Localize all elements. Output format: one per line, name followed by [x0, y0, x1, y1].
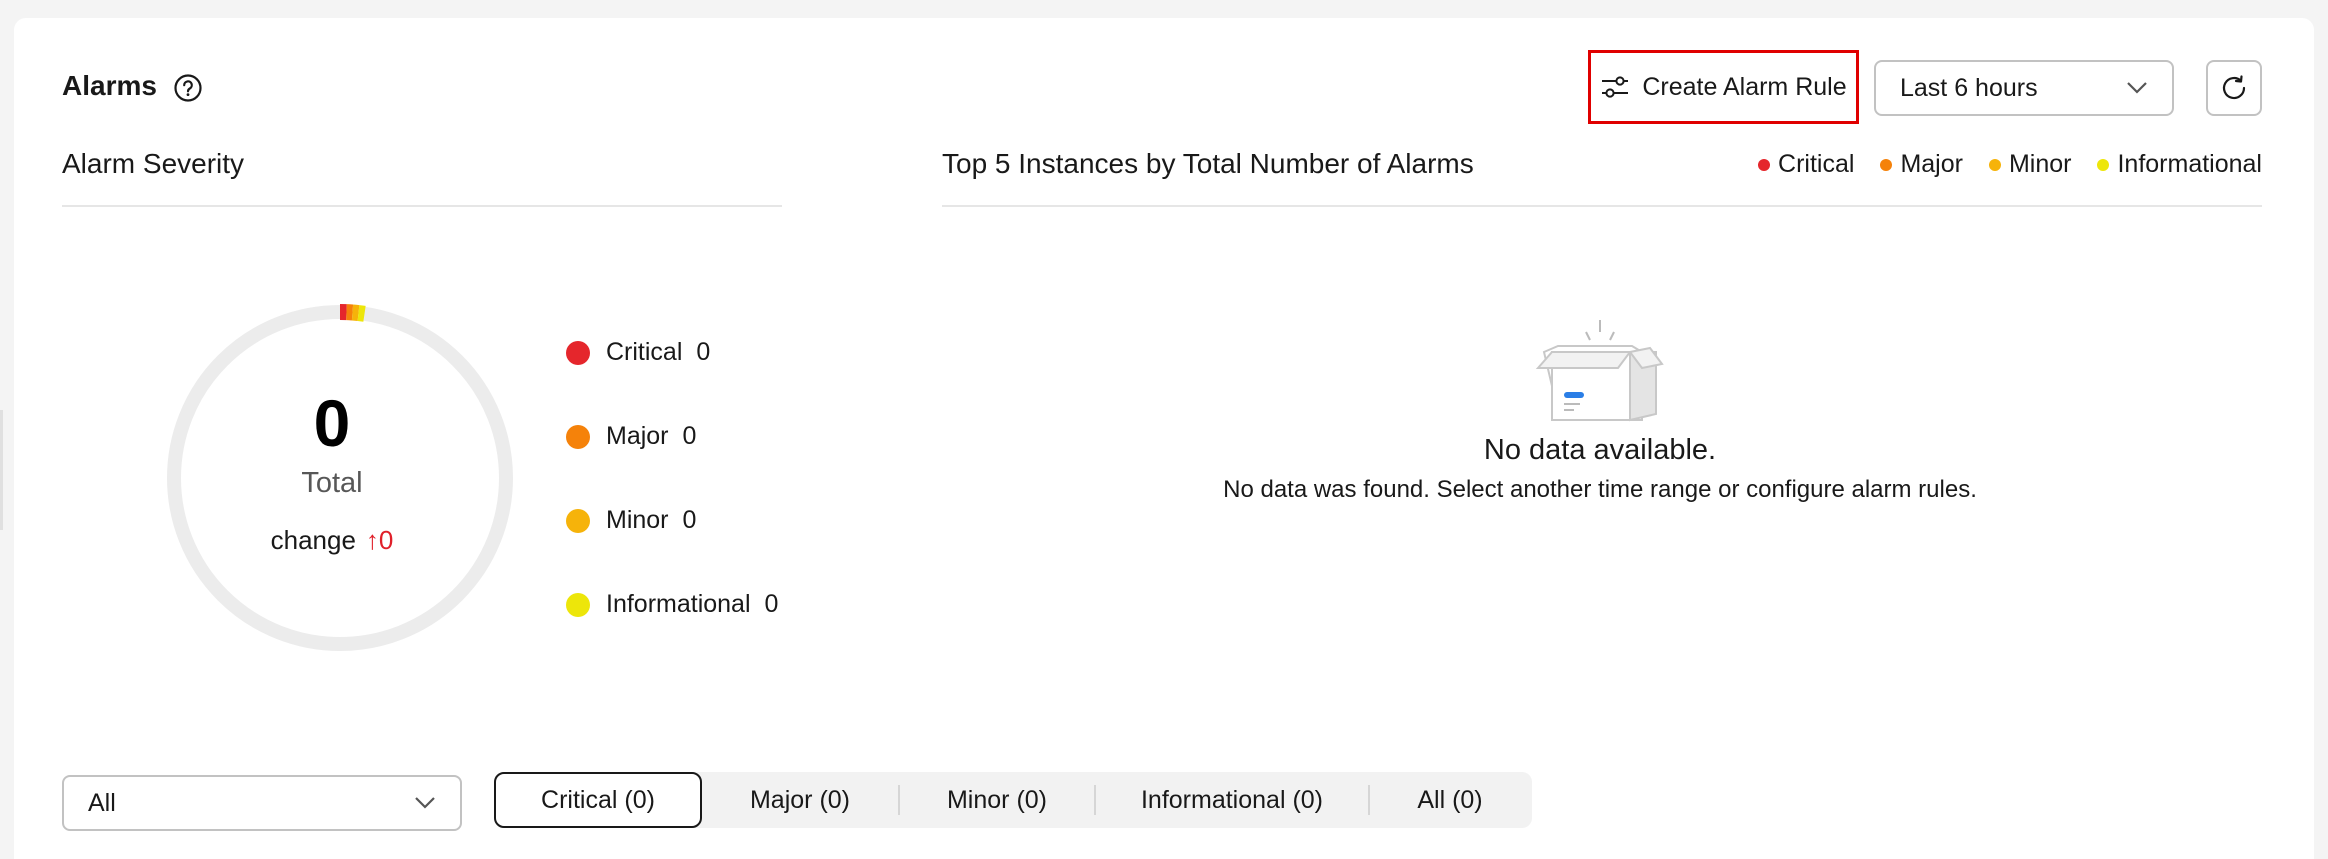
- change-label: change: [270, 525, 356, 555]
- donut-segment-minor: [351, 304, 360, 321]
- empty-state-description: No data was found. Select another time r…: [1223, 476, 1977, 503]
- legend-label: Major: [1900, 150, 1963, 178]
- severity-label: Informational: [606, 590, 751, 618]
- filter-sliders-icon: [1602, 76, 1629, 98]
- severity-count: 0: [696, 338, 711, 366]
- total-label: Total: [301, 467, 363, 499]
- refresh-button[interactable]: [2206, 60, 2262, 116]
- severity-legend-critical: Critical 0: [566, 338, 710, 367]
- legend-major: Major: [1880, 150, 1963, 179]
- legend-informational: Informational: [2097, 150, 2262, 179]
- severity-label: Major: [606, 422, 669, 450]
- legend-minor: Minor: [1988, 150, 2072, 179]
- legend-label: Critical: [1778, 150, 1855, 178]
- change-value: ↑0: [366, 525, 393, 556]
- severity-count: 0: [682, 506, 697, 534]
- help-icon[interactable]: [173, 73, 203, 103]
- instance-filter-select[interactable]: All: [62, 775, 462, 831]
- legend-label: Informational: [2117, 150, 2262, 178]
- alarm-severity-heading: Alarm Severity: [62, 148, 245, 179]
- top5-heading: Top 5 Instances by Total Number of Alarm…: [942, 148, 1474, 179]
- minor-dot-icon: [1988, 158, 2001, 171]
- page-title: Alarms: [62, 70, 157, 101]
- critical-dot-icon: [1758, 158, 1771, 171]
- chevron-down-icon: [2127, 82, 2147, 94]
- severity-divider: [62, 205, 782, 207]
- severity-legend-informational: Informational 0: [566, 590, 778, 619]
- informational-dot-icon: [2097, 158, 2110, 171]
- create-alarm-rule-button[interactable]: Create Alarm Rule: [1588, 50, 1859, 124]
- time-range-value: Last 6 hours: [1900, 73, 2038, 102]
- major-dot-icon: [1880, 158, 1893, 171]
- severity-label: Minor: [606, 506, 669, 534]
- minor-dot-icon: [566, 508, 590, 533]
- donut-segment-informational: [357, 305, 366, 322]
- change-indicator: change ↑0: [232, 525, 432, 556]
- severity-legend-major: Major 0: [566, 422, 696, 451]
- top5-legend: Critical Major Minor Informational: [1758, 150, 2262, 179]
- severity-count: 0: [764, 590, 779, 618]
- tab-major[interactable]: Major (0): [702, 772, 898, 828]
- create-alarm-rule-label: Create Alarm Rule: [1642, 72, 1847, 101]
- tab-all[interactable]: All (0): [1370, 772, 1530, 828]
- severity-legend-minor: Minor 0: [566, 506, 696, 535]
- time-range-select[interactable]: Last 6 hours: [1874, 60, 2174, 116]
- tab-minor[interactable]: Minor (0): [900, 772, 1094, 828]
- legend-critical: Critical: [1758, 150, 1854, 179]
- change-number: 0: [378, 525, 394, 555]
- up-arrow-icon: ↑: [365, 525, 379, 555]
- severity-count: 0: [682, 422, 697, 450]
- chevron-down-icon: [415, 797, 435, 809]
- empty-box-icon: [1535, 320, 1664, 422]
- empty-state-title: No data available.: [1483, 434, 1717, 466]
- critical-dot-icon: [566, 340, 590, 365]
- tab-informational[interactable]: Informational (0): [1096, 772, 1368, 828]
- legend-label: Minor: [2008, 150, 2072, 178]
- refresh-icon: [2222, 75, 2246, 100]
- severity-label: Critical: [606, 338, 683, 366]
- informational-dot-icon: [566, 592, 590, 617]
- severity-tabs: Critical (0) Major (0) Minor (0) Informa…: [494, 772, 1532, 828]
- left-edge-handle: [0, 410, 3, 530]
- major-dot-icon: [566, 424, 590, 449]
- total-count: 0: [313, 386, 351, 460]
- top5-divider: [942, 205, 2262, 207]
- tab-critical[interactable]: Critical (0): [494, 772, 702, 828]
- filter-value: All: [88, 788, 116, 817]
